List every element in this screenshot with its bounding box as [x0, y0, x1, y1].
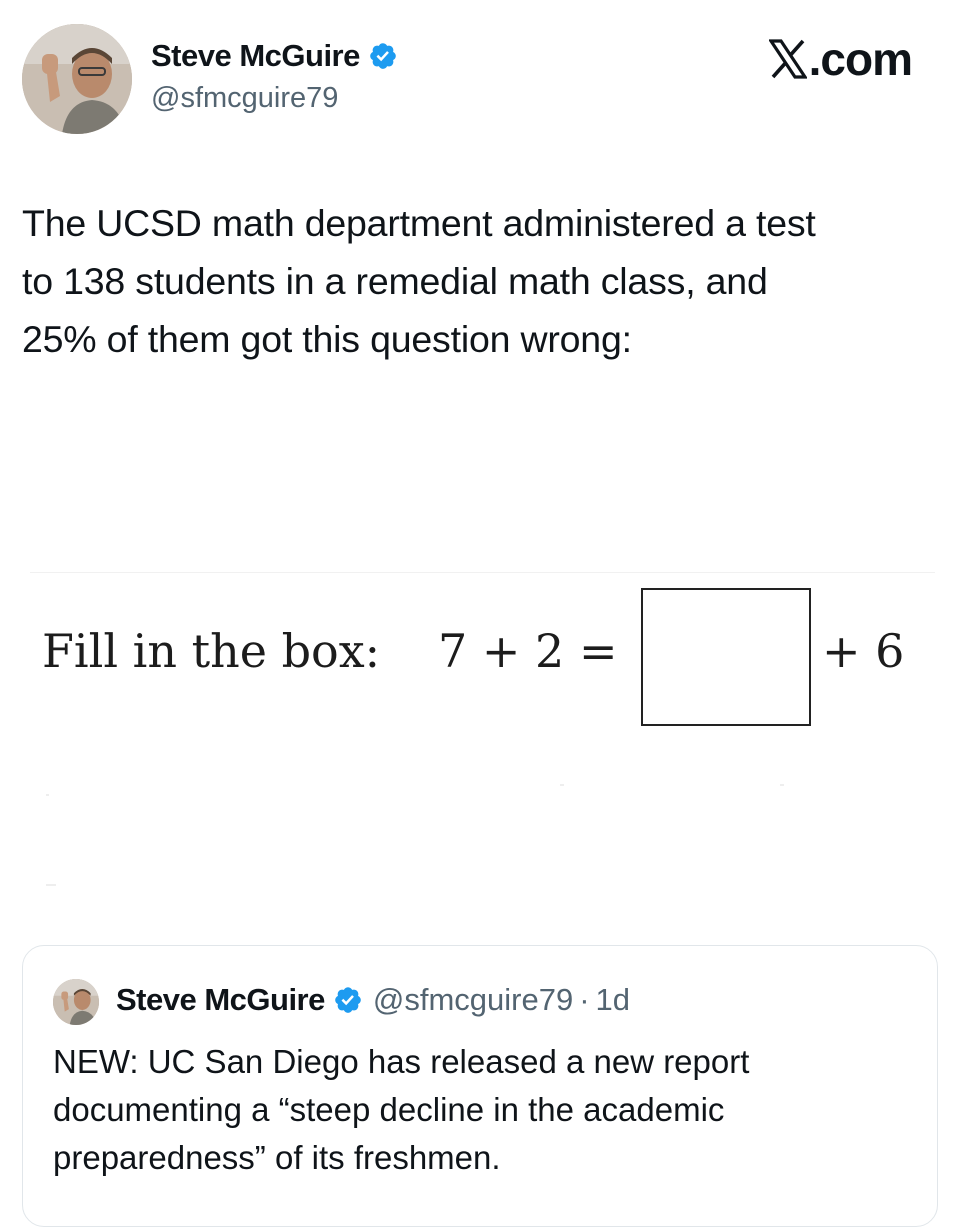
question-label: Fill in the box:: [42, 624, 381, 678]
x-com-watermark: .com: [768, 32, 913, 86]
faint-artifact: [560, 784, 564, 786]
meta-separator: ·: [579, 982, 590, 1017]
verified-badge-icon: [335, 987, 361, 1013]
tweet-text-line: The UCSD math department administered a …: [22, 202, 816, 244]
answer-box: [641, 588, 811, 726]
faint-artifact: [46, 794, 49, 796]
quoted-author-name[interactable]: Steve McGuire: [116, 982, 325, 1018]
verified-badge-icon: [370, 43, 396, 69]
author-avatar[interactable]: [22, 24, 132, 134]
quoted-author-avatar[interactable]: [53, 979, 99, 1025]
author-handle[interactable]: @sfmcguire79: [151, 82, 338, 115]
author-name[interactable]: Steve McGuire: [151, 38, 360, 74]
tweet-text-line: 25% of them got this question wrong:: [22, 318, 632, 360]
author-name-row[interactable]: Steve McGuire: [151, 38, 398, 74]
quoted-tweet-text: NEW: UC San Diego has released a new rep…: [53, 1038, 913, 1182]
faint-artifact: [780, 784, 784, 786]
tweet-text-line: to 138 students in a remedial math class…: [22, 260, 768, 302]
quoted-text-line: NEW: UC San Diego has released a new rep…: [53, 1043, 750, 1080]
equation-right: + 6: [822, 624, 905, 678]
avatar-photo: [53, 979, 99, 1025]
site-label: .com: [808, 33, 913, 85]
quoted-tweet-header: Steve McGuire @sfmcguire79 · 1d: [116, 982, 630, 1018]
quoted-text-line: preparedness” of its freshmen.: [53, 1139, 501, 1176]
quoted-text-line: documenting a “steep decline in the acad…: [53, 1091, 725, 1128]
equation-left: 7 + 2 =: [438, 624, 618, 678]
image-edge: [30, 572, 935, 573]
tweet-media-image[interactable]: Fill in the box: 7 + 2 = + 6: [0, 572, 960, 922]
quoted-author-handle[interactable]: @sfmcguire79: [373, 982, 573, 1018]
x-logo-icon: [768, 39, 807, 79]
quoted-tweet-age[interactable]: 1d: [596, 982, 630, 1018]
tweet-text: The UCSD math department administered a …: [22, 194, 942, 368]
faint-artifact: [46, 884, 56, 886]
quoted-tweet-card[interactable]: Steve McGuire @sfmcguire79 · 1d NEW: UC …: [22, 945, 938, 1227]
avatar-photo: [22, 24, 132, 134]
